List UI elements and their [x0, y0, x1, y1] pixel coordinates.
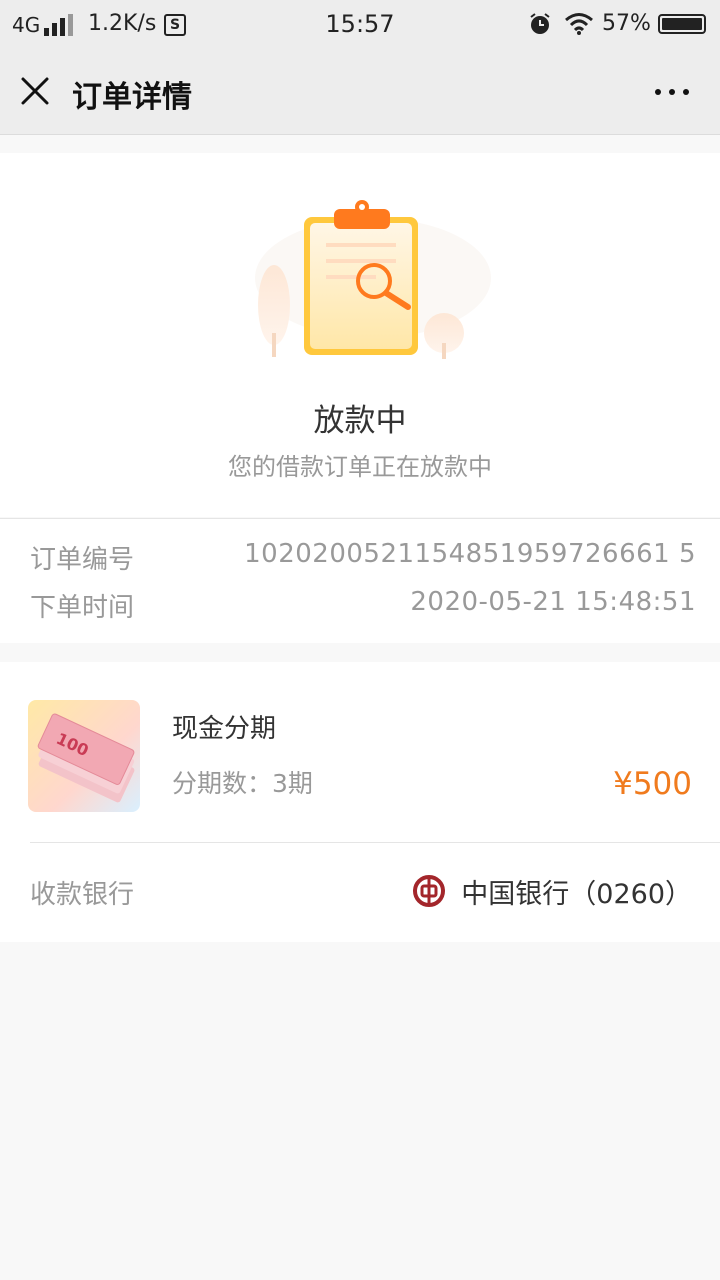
battery-icon	[658, 14, 706, 34]
bank-of-china-logo-icon	[413, 875, 445, 907]
order-number-row: 订单编号 1020200521154851959726661 5	[30, 539, 696, 579]
order-number-value: 1020200521154851959726661 5	[244, 539, 696, 569]
divider	[30, 842, 720, 843]
clipboard-search-illustration	[255, 200, 491, 359]
status-description: 您的借款订单正在放款中	[228, 453, 492, 481]
order-status-card: 放款中 您的借款订单正在放款中	[0, 153, 720, 517]
battery-percent: 57%	[602, 11, 651, 36]
order-info-section: 订单编号 1020200521154851959726661 5 下单时间 20…	[0, 518, 720, 643]
order-time-row: 下单时间 2020-05-21 15:48:51	[30, 587, 696, 627]
order-time-label: 下单时间	[30, 593, 135, 623]
product-name: 现金分期	[172, 714, 277, 744]
wifi-icon	[565, 13, 593, 35]
more-options-icon[interactable]	[652, 80, 692, 104]
order-time-value: 2020-05-21 15:48:51	[410, 587, 696, 617]
status-bar: 4G 1.2K/s S 15:57 57%	[0, 0, 720, 50]
product-section: 100 现金分期 分期数：3期 ¥500 收款银行 中国银行（0260）	[0, 662, 720, 942]
product-price: ¥500	[613, 766, 692, 802]
close-icon[interactable]	[18, 74, 52, 108]
cash-banknote-icon: 100	[28, 700, 140, 812]
alarm-icon	[530, 13, 550, 34]
installment-count: 分期数：3期	[172, 769, 313, 798]
status-title: 放款中	[313, 403, 407, 439]
bank-name: 中国银行（0260）	[461, 879, 692, 910]
order-number-label: 订单编号	[30, 545, 135, 575]
bank-label: 收款银行	[30, 880, 135, 910]
page-title: 订单详情	[72, 80, 192, 115]
navigation-bar: 订单详情	[0, 50, 720, 135]
